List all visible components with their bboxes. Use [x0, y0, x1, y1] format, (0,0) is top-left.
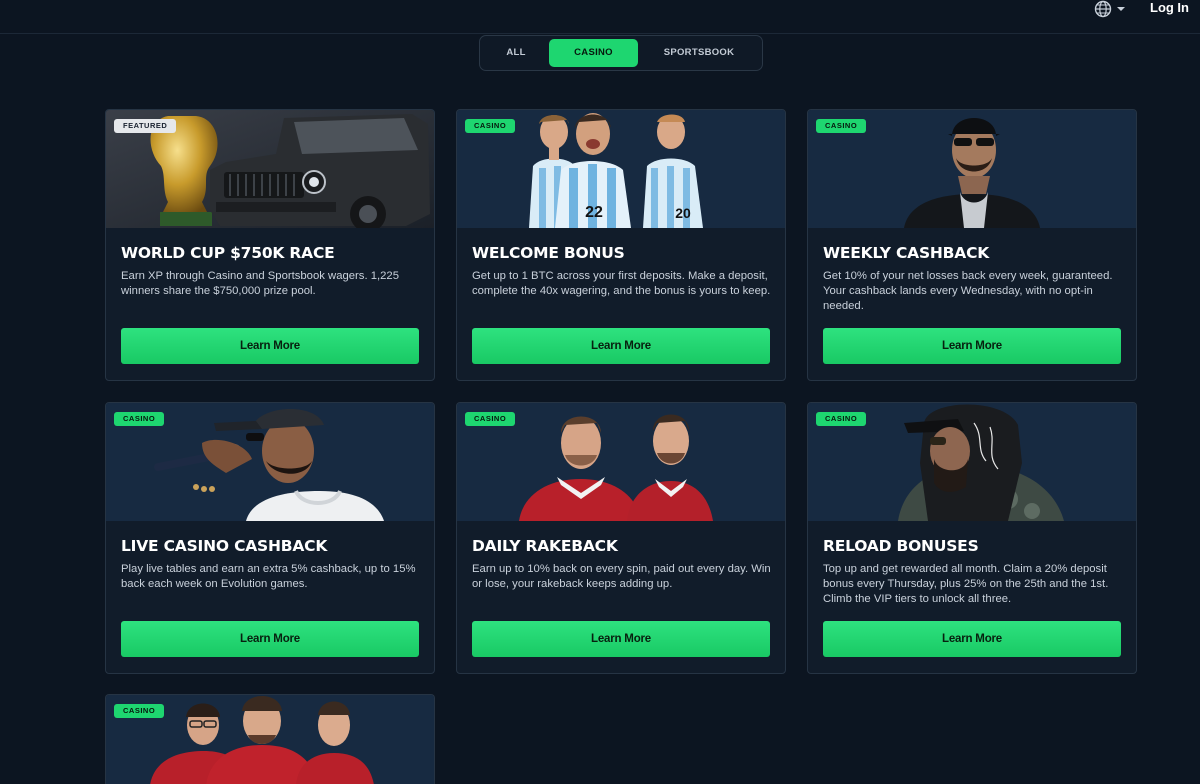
card-title: LIVE CASINO CASHBACK [121, 537, 328, 555]
promo-card-reload-bonuses: CASINO RELOAD BONUSES Top up and get rew… [807, 402, 1137, 674]
card-title: WORLD CUP $750K RACE [121, 244, 335, 262]
top-bar: Log In [0, 0, 1200, 34]
card-title: WELCOME BONUS [472, 244, 625, 262]
globe-icon [1094, 0, 1112, 18]
casino-badge: CASINO [816, 412, 867, 426]
login-button[interactable]: Log In [1150, 0, 1189, 18]
casino-badge: CASINO [816, 119, 867, 133]
promo-card-weekly-cashback: CASINO WEEKLY CASHBACK Get 10% of your n… [807, 109, 1137, 381]
learn-more-button[interactable]: Learn More [472, 328, 770, 364]
tab-casino[interactable]: CASINO [549, 39, 638, 67]
card-description: Top up and get rewarded all month. Claim… [823, 563, 1109, 605]
learn-more-button[interactable]: Learn More [472, 621, 770, 657]
learn-more-button[interactable]: Learn More [121, 328, 419, 364]
card-description: Earn XP through Casino and Sportsbook wa… [121, 270, 399, 297]
tab-all[interactable]: ALL [486, 39, 546, 67]
jersey-number: 22 [585, 204, 603, 221]
promo-card-partial: CASINO [105, 694, 435, 784]
card-title: RELOAD BONUSES [823, 537, 979, 555]
card-description: Get 10% of your net losses back every we… [823, 270, 1113, 312]
card-description: Earn up to 10% back on every spin, paid … [472, 563, 771, 590]
language-selector[interactable] [1094, 0, 1126, 18]
featured-badge: FEATURED [114, 119, 177, 133]
learn-more-button[interactable]: Learn More [121, 621, 419, 657]
casino-badge: CASINO [465, 119, 516, 133]
promo-card-live-casino-cashback: CASINO LIVE CASINO CASHBACK Play live ta… [105, 402, 435, 674]
casino-badge: CASINO [465, 412, 516, 426]
promo-card-welcome-bonus: 22 20 CASINO WELCOME BONUS Get up to 1 B… [456, 109, 786, 381]
chevron-down-icon [1116, 5, 1126, 13]
category-tabs: ALL CASINO SPORTSBOOK [479, 35, 763, 71]
tab-sportsbook[interactable]: SPORTSBOOK [642, 39, 756, 67]
casino-badge: CASINO [114, 412, 165, 426]
card-title: DAILY RAKEBACK [472, 537, 618, 555]
card-description: Play live tables and earn an extra 5% ca… [121, 563, 416, 590]
casino-badge: CASINO [114, 704, 165, 718]
promo-card-world-cup: FEATURED WORLD CUP $750K RACE Earn XP th… [105, 109, 435, 381]
learn-more-button[interactable]: Learn More [823, 621, 1121, 657]
card-title: WEEKLY CASHBACK [823, 244, 990, 262]
card-description: Get up to 1 BTC across your first deposi… [472, 270, 771, 297]
learn-more-button[interactable]: Learn More [823, 328, 1121, 364]
promo-card-daily-rakeback: CASINO DAILY RAKEBACK Earn up to 10% bac… [456, 402, 786, 674]
jersey-number: 20 [675, 205, 691, 221]
